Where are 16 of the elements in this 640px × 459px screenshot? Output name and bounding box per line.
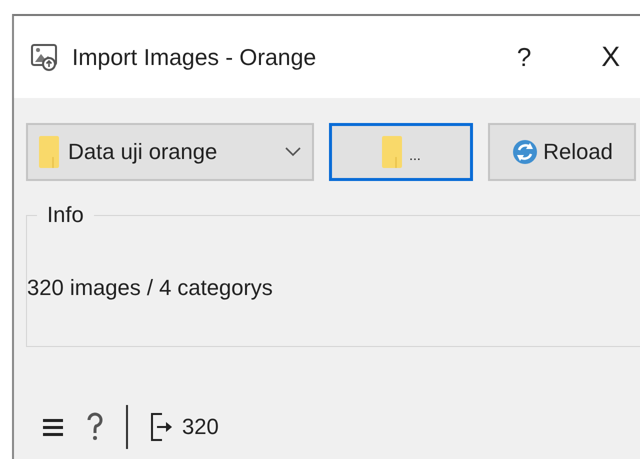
folder-icon: [38, 135, 60, 169]
help-icon[interactable]: [86, 412, 104, 442]
folder-dropdown[interactable]: Data uji orange: [26, 123, 314, 181]
close-button[interactable]: X: [601, 41, 620, 73]
menu-icon[interactable]: [42, 417, 64, 437]
folder-icon: [381, 135, 404, 169]
reload-button[interactable]: Reload: [488, 123, 636, 181]
window-title: Import Images - Orange: [72, 44, 316, 70]
image-import-icon: [30, 42, 60, 72]
browse-button[interactable]: ...: [329, 123, 473, 181]
output-icon: [150, 412, 174, 442]
info-text: 320 images / 4 categorys: [27, 275, 273, 301]
chevron-down-icon: [284, 146, 302, 158]
output-count: 320: [182, 414, 219, 440]
help-button[interactable]: ?: [516, 42, 532, 72]
refresh-icon: [511, 138, 540, 166]
